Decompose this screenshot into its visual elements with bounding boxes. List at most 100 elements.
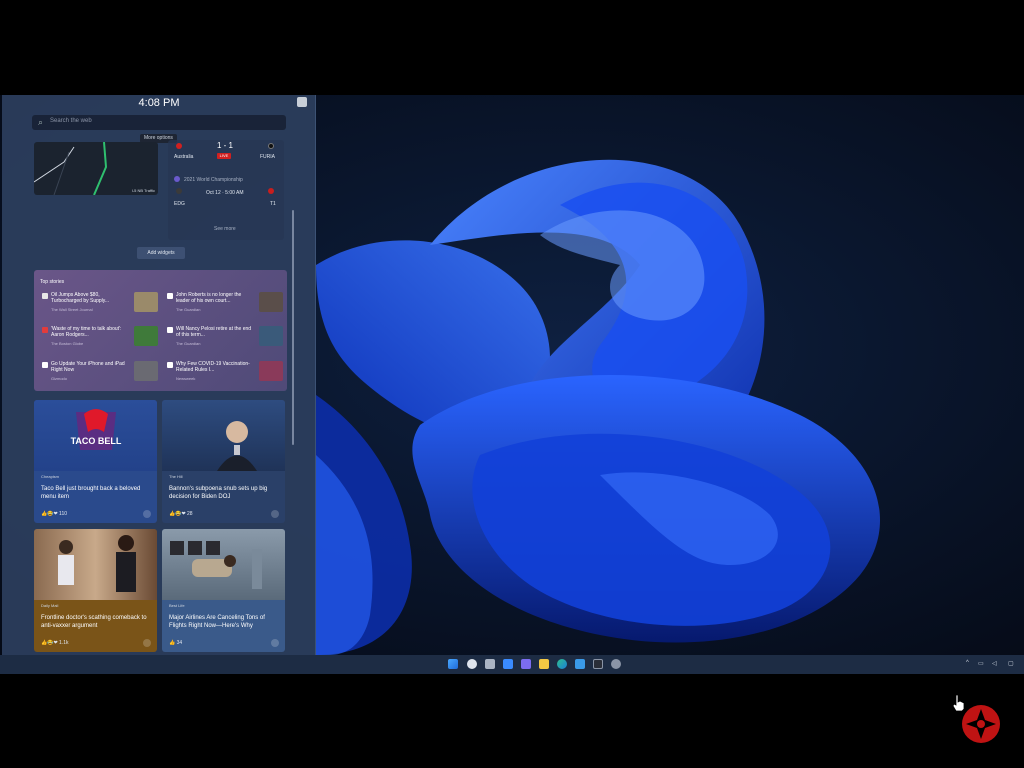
edg-logo-icon [176,188,182,194]
taskbar: ^ ▭ ◁ ▢ [0,655,1024,674]
desktop: 4:08 PM ⌕ Search the web More options I-… [0,95,1024,674]
panel-scrollbar[interactable] [292,210,294,445]
search-icon: ⌕ [38,117,44,127]
volume-icon[interactable]: ◁ [992,660,997,667]
source-logo-icon [42,327,48,333]
story-title: Will Nancy Pelosi retire at the end of t… [176,326,252,338]
story-item[interactable]: John Roberts is no longer the leader of … [165,292,285,320]
match-score: 1 - 1 [217,141,234,150]
match-team-b: T1 [270,201,276,207]
traffic-caption: I-5 NB Traffic [131,188,155,193]
story-thumbnail [134,361,158,381]
add-widgets-button[interactable]: Add widgets [137,247,185,259]
story-item[interactable]: Oil Jumps Above $80, Turbocharged by Sup… [40,292,160,320]
news-card[interactable]: Best Life Major Airlines Are Canceling T… [162,529,285,652]
match-team-a: EDG [174,201,185,207]
news-card-image [34,529,157,600]
story-thumbnail [259,326,283,346]
sports-see-more[interactable]: See more [214,226,236,232]
person-photo [217,421,257,471]
start-icon[interactable] [448,659,458,669]
sports-widget[interactable]: 1 - 1 LIVE Australia FURIA 2021 World Ch… [168,140,284,240]
clock: 4:08 PM [138,97,180,109]
chevron-up-icon[interactable]: ^ [966,660,969,666]
widgets-panel: 4:08 PM ⌕ Search the web More options I-… [2,95,316,655]
story-thumbnail [259,361,283,381]
edge-icon[interactable] [557,659,567,669]
story-title: 'Waste of my time to talk about': Aaron … [51,326,122,338]
news-card[interactable]: TACO BELL Cheapism Taco Bell just brough… [34,400,157,523]
t1-logo-icon [268,188,274,194]
news-card-source: Cheapism [41,474,60,479]
search-placeholder: Search the web [50,118,92,124]
league-icon [174,176,180,182]
source-logo-icon [167,327,173,333]
story-source: The Guardian [176,341,201,346]
more-options-icon[interactable] [271,510,279,518]
terminal-icon[interactable] [593,659,603,669]
news-card-title: Major Airlines Are Canceling Tons of Fli… [169,615,265,629]
source-logo-icon [42,362,48,368]
source-logo-icon [167,362,173,368]
story-source: Gizmodo [51,376,68,381]
taco-bell-logo-text: TACO BELL [71,436,122,446]
more-options-icon[interactable] [271,639,279,647]
doctors-photo [58,535,136,592]
settings-icon[interactable] [611,659,621,669]
widgets-icon[interactable] [503,659,513,669]
story-item[interactable]: Go Update Your iPhone and iPad Right Now… [40,361,160,389]
team-b-logo-icon [268,143,274,149]
airport-photo [170,541,262,589]
taco-bell-logo-icon: TACO BELL [71,409,122,450]
file-explorer-icon[interactable] [539,659,549,669]
story-thumbnail [134,292,158,312]
league-name: 2021 World Championship [184,177,243,183]
news-card-reactions[interactable]: 👍😂❤ 1.1k [41,640,68,646]
news-card-title: Frontline doctor's scathing comeback to … [41,615,147,629]
story-source: The Boston Globe [51,341,84,346]
news-card-image: TACO BELL [34,400,157,471]
news-card[interactable]: Daily Mail Frontline doctor's scathing c… [34,529,157,652]
story-title: Why Few COVID-19 Vaccination-Related Rul… [176,361,250,373]
store-icon[interactable] [575,659,585,669]
news-card-reactions[interactable]: 👍 34 [169,640,182,646]
news-card-title: Bannon's subpoena snub sets up big decis… [169,486,268,500]
more-options-icon[interactable] [143,639,151,647]
story-thumbnail [259,292,283,312]
traffic-widget[interactable]: I-5 NB Traffic [34,142,158,195]
news-card[interactable]: The Hill Bannon's subpoena snub sets up … [162,400,285,523]
story-source: Newsweek [176,376,196,381]
search-icon[interactable] [467,659,477,669]
source-logo-icon [42,293,48,299]
news-card-image [162,529,285,600]
notification-icon[interactable]: ▢ [1008,660,1014,667]
task-view-icon[interactable] [485,659,495,669]
team-a-logo-icon [176,143,182,149]
story-source: The Wall Street Journal [51,307,93,312]
chat-icon[interactable] [521,659,531,669]
video-frame: 4:08 PM ⌕ Search the web More options I-… [0,0,1024,768]
ign-logo-icon [962,705,1000,743]
story-item[interactable]: 'Waste of my time to talk about': Aaron … [40,326,160,354]
top-stories-widget: Top stories Oil Jumps Above $80, Turboch… [34,270,287,391]
network-icon[interactable]: ▭ [978,660,984,667]
team-a-name: Australia [174,154,194,160]
user-avatar-icon[interactable] [297,97,307,107]
source-logo-icon [167,293,173,299]
news-card-source: Daily Mail [41,603,59,608]
match-time: Oct 12 · 5:00 AM [206,190,244,196]
team-b-name: FURIA [260,154,275,160]
story-item[interactable]: Why Few COVID-19 Vaccination-Related Rul… [165,361,285,389]
more-options-icon[interactable] [143,510,151,518]
top-stories-header: Top stories [40,279,65,285]
story-item[interactable]: Will Nancy Pelosi retire at the end of t… [165,326,285,354]
news-card-source: Best Life [169,603,185,608]
news-card-reactions[interactable]: 👍😂❤ 110 [41,511,67,517]
story-title: Oil Jumps Above $80, Turbocharged by Sup… [51,292,110,304]
news-card-image [162,400,285,471]
web-search-box[interactable]: ⌕ Search the web [32,115,286,130]
story-title: Go Update Your iPhone and iPad Right Now [51,361,125,373]
news-card-source: The Hill [169,474,183,479]
news-card-reactions[interactable]: 👍😂❤ 28 [169,511,193,517]
story-title: John Roberts is no longer the leader of … [176,292,242,304]
